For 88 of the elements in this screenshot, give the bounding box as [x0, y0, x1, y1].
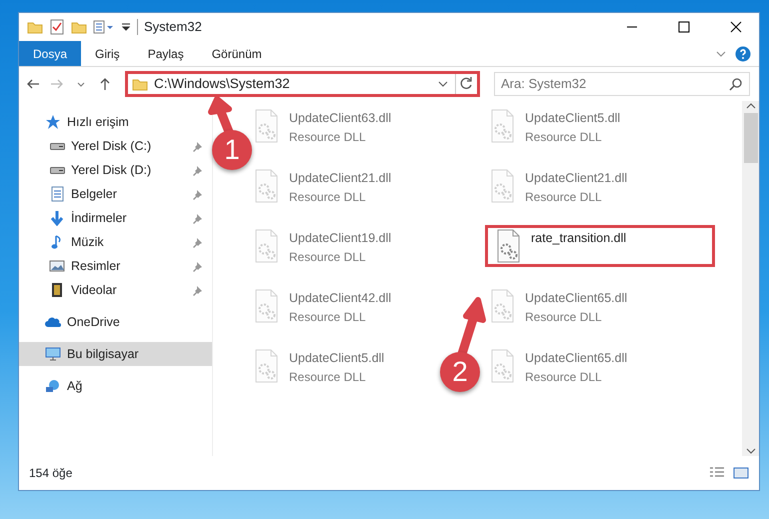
download-arrow-icon — [49, 210, 65, 226]
dll-file-icon — [255, 109, 279, 143]
ribbon-tab[interactable]: Paylaş — [134, 41, 198, 66]
file-name: rate_transition.dll — [531, 230, 626, 247]
file-item[interactable]: UpdateClient21.dll Resource DLL — [491, 165, 628, 210]
sidebar-item[interactable]: Resimler — [19, 254, 212, 278]
sidebar-item[interactable]: Belgeler — [19, 182, 212, 206]
drive-icon — [50, 142, 64, 150]
file-name: UpdateClient5.dll — [525, 110, 620, 127]
file-name: UpdateClient21.dll — [289, 170, 392, 187]
file-item[interactable]: UpdateClient21.dll Resource DLL — [255, 165, 392, 210]
sidebar-item[interactable]: Yerel Disk (D:) — [19, 158, 212, 182]
sidebar-item[interactable]: OneDrive — [19, 310, 212, 334]
drive-icon — [50, 166, 64, 174]
file-type: Resource DLL — [525, 128, 603, 146]
address-bar[interactable]: C:\Windows\System32 — [125, 71, 480, 97]
search-icon — [729, 77, 743, 91]
file-item[interactable]: UpdateClient65.dll Resource DLL — [491, 285, 628, 330]
file-item[interactable]: UpdateClient65.dll Resource DLL — [491, 345, 628, 390]
pin-icon[interactable] — [192, 188, 204, 200]
dll-file-icon — [255, 229, 279, 263]
file-type: Resource DLL — [525, 188, 603, 206]
file-type: Resource DLL — [525, 368, 603, 386]
pointer-arrow — [458, 297, 486, 356]
search-box[interactable]: Ara: System32 — [494, 72, 750, 96]
scroll-down-icon[interactable] — [746, 446, 756, 456]
minimize-icon — [627, 26, 637, 28]
file-item[interactable]: UpdateClient5.dll Resource DLL — [255, 345, 384, 390]
window-title: System32 — [144, 18, 202, 36]
large-icons-view-icon[interactable] — [733, 466, 749, 480]
film-icon — [49, 282, 65, 298]
file-type: Resource DLL — [289, 308, 367, 326]
file-name: UpdateClient65.dll — [525, 350, 628, 367]
checklist-icon[interactable] — [49, 19, 65, 35]
star-icon — [45, 114, 61, 130]
pin-icon[interactable] — [192, 260, 204, 272]
ribbon-tab[interactable]: Dosya — [19, 41, 82, 66]
item-count: 154 öğe — [29, 465, 72, 482]
dll-file-icon — [255, 169, 279, 203]
file-type: Resource DLL — [289, 248, 367, 266]
sidebar-item[interactable]: İndirmeler — [19, 206, 212, 230]
file-name: UpdateClient65.dll — [525, 290, 628, 307]
file-name: UpdateClient63.dll — [289, 110, 392, 127]
sidebar-item[interactable]: Yerel Disk (C:) — [19, 134, 212, 158]
file-name: UpdateClient5.dll — [289, 350, 384, 367]
pin-icon[interactable] — [192, 236, 204, 248]
network-icon — [45, 378, 61, 394]
dll-file-icon — [491, 349, 515, 383]
scrollbar-thumb[interactable] — [744, 113, 758, 163]
ribbon-tab[interactable]: Görünüm — [198, 41, 276, 66]
dll-file-icon — [497, 229, 521, 263]
sidebar-item[interactable]: Müzik — [19, 230, 212, 254]
pointer-arrow — [208, 96, 234, 134]
scroll-up-icon[interactable] — [746, 101, 756, 111]
sidebar-item[interactable]: Ağ — [19, 374, 212, 398]
file-type: Resource DLL — [289, 368, 367, 386]
ribbon-tab[interactable]: Giriş — [81, 41, 134, 66]
separator — [137, 19, 138, 35]
file-type: Resource DLL — [289, 128, 367, 146]
dll-file-icon — [491, 109, 515, 143]
computer-icon — [45, 346, 61, 362]
document-icon — [49, 186, 65, 202]
file-name: UpdateClient42.dll — [289, 290, 392, 307]
pin-icon[interactable] — [192, 164, 204, 176]
file-item[interactable]: UpdateClient42.dll Resource DLL — [255, 285, 392, 330]
properties-icon[interactable] — [93, 19, 115, 35]
file-item[interactable]: UpdateClient63.dll Resource DLL — [255, 105, 392, 150]
dll-file-icon — [255, 349, 279, 383]
sidebar-item[interactable]: Hızlı erişim — [19, 110, 212, 134]
dll-file-icon — [491, 289, 515, 323]
file-name: UpdateClient21.dll — [525, 170, 628, 187]
file-type: Resource DLL — [289, 188, 367, 206]
help-icon[interactable] — [735, 46, 751, 62]
sidebar-item[interactable]: Bu bilgisayar — [19, 342, 212, 366]
file-name: UpdateClient19.dll — [289, 230, 392, 247]
sidebar-item[interactable]: Videolar — [19, 278, 212, 302]
pin-icon[interactable] — [192, 284, 204, 296]
file-item[interactable]: rate_transition.dll — [485, 225, 715, 267]
pin-icon[interactable] — [192, 140, 204, 152]
picture-icon — [49, 258, 65, 274]
file-item[interactable]: UpdateClient19.dll Resource DLL — [255, 225, 392, 270]
file-type: Resource DLL — [525, 308, 603, 326]
dll-file-icon — [491, 169, 515, 203]
file-item[interactable]: UpdateClient5.dll Resource DLL — [491, 105, 620, 150]
dll-file-icon — [255, 289, 279, 323]
scrollbar[interactable] — [742, 101, 759, 456]
pin-icon[interactable] — [192, 212, 204, 224]
caret-icon — [77, 82, 85, 86]
